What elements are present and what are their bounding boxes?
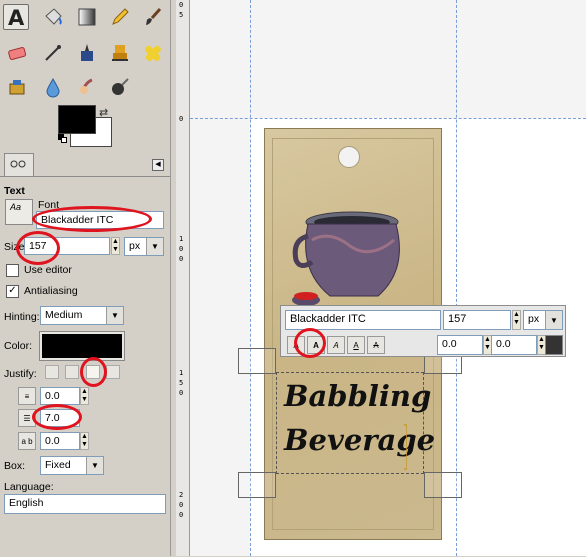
justify-right-icon[interactable] — [65, 365, 79, 379]
oc-bold-icon[interactable]: A — [307, 336, 325, 354]
text-cursor-icon — [404, 424, 407, 470]
options-title: Text — [4, 185, 25, 197]
hinting-select[interactable]: Medium ▼ — [40, 306, 124, 325]
text-tool-icon[interactable]: A — [3, 4, 29, 30]
justify-fill-icon[interactable] — [106, 365, 120, 379]
resize-handle[interactable] — [238, 472, 276, 498]
letter-spacing-input[interactable]: 0.0 — [40, 432, 80, 450]
ruler-tick-label: 1 — [179, 235, 184, 243]
blur-icon[interactable] — [40, 74, 66, 100]
language-label: Language: — [4, 481, 54, 493]
oc-color-button[interactable] — [545, 335, 563, 355]
indent-spinner[interactable]: ▲ ▼ — [80, 387, 89, 405]
justify-label: Justify: — [4, 368, 37, 380]
ruler-tick-label: 0 — [179, 115, 184, 123]
bucket-fill-icon[interactable] — [40, 4, 66, 30]
size-unit-select[interactable]: px ▼ — [124, 237, 164, 256]
oc-strikethrough-icon[interactable]: A — [367, 336, 385, 354]
foreground-color-swatch[interactable] — [58, 105, 96, 134]
color-label: Color: — [4, 340, 33, 352]
swap-colors-icon[interactable]: ⇄ — [99, 106, 108, 119]
ruler-tick-label: 0 — [179, 511, 184, 519]
perspective-clone-icon[interactable] — [4, 74, 30, 100]
cauldron-illustration — [292, 211, 400, 306]
use-editor-checkbox[interactable] — [6, 264, 19, 277]
ruler-tick-label: 0 — [179, 501, 184, 509]
ruler-tick-label: 1 — [179, 369, 184, 377]
oc-italic-icon[interactable]: A — [327, 336, 345, 354]
letter-spacing-spinner[interactable]: ▲ ▼ — [80, 432, 89, 450]
oc-baseline-input[interactable]: 0.0 — [437, 335, 483, 355]
canvas-text-layer[interactable]: Babbling Beverage — [284, 374, 436, 462]
oc-style-icon[interactable]: A — [287, 336, 305, 354]
resize-handle[interactable] — [238, 348, 276, 374]
oc-font-input[interactable]: Blackadder ITC — [285, 310, 441, 330]
language-input[interactable]: English — [4, 494, 166, 514]
line-spacing-input[interactable]: 7.0 — [40, 409, 80, 427]
heal-icon[interactable] — [140, 40, 166, 66]
font-preview-button[interactable]: Aa — [5, 199, 33, 225]
size-input[interactable]: 157 — [24, 237, 110, 255]
panel-menu-icon[interactable]: ◀ — [152, 159, 164, 171]
oc-underline-icon[interactable]: A — [347, 336, 365, 354]
ink-icon[interactable] — [74, 40, 100, 66]
vertical-ruler: 0 5 0 1 0 0 1 5 0 2 0 0 — [176, 0, 190, 556]
airbrush-icon[interactable] — [40, 40, 66, 66]
text-color-button[interactable] — [39, 331, 125, 361]
toolbox-panel: A ⇄ ◀ Text Aa Font Blackadder ITC Size: … — [0, 0, 171, 557]
ruler-tick-label: 5 — [179, 11, 184, 19]
ruler-tick-label: 2 — [179, 491, 184, 499]
box-select[interactable]: Fixed ▼ — [40, 456, 104, 475]
tag-text-line1: Babbling — [284, 379, 432, 413]
smudge-icon[interactable] — [74, 74, 100, 100]
tag-hole — [338, 146, 360, 168]
letter-spacing-icon: a b — [18, 432, 36, 450]
eraser-icon[interactable] — [4, 40, 30, 66]
oc-size-input[interactable]: 157 — [443, 310, 511, 330]
on-canvas-text-editor: Blackadder ITC 157 ▲ ▼ px ▼ A A A A A 0.0 … — [280, 305, 566, 358]
resize-handle[interactable] — [424, 472, 462, 498]
font-label: Font — [38, 199, 60, 211]
ruler-tick-label: 5 — [179, 379, 184, 387]
line-spacing-icon: ☰ — [18, 409, 36, 427]
blend-icon[interactable] — [74, 4, 100, 30]
tool-options-panel: Text Aa Font Blackadder ITC Size: 157 ▲ ▼… — [0, 176, 170, 557]
default-colors-icon[interactable] — [58, 134, 67, 143]
use-editor-label: Use editor — [24, 264, 72, 276]
box-label: Box: — [4, 460, 26, 472]
hinting-label: Hinting: — [4, 311, 40, 323]
dodge-burn-icon[interactable] — [107, 74, 133, 100]
tag-text-line2: Beverage — [284, 423, 436, 457]
ruler-tick-label: 0 — [179, 389, 184, 397]
tool-options-tab[interactable] — [4, 153, 34, 176]
oc-unit-select[interactable]: px ▼ — [523, 310, 563, 330]
indent-icon: ≡ — [18, 387, 36, 405]
pencil-icon[interactable] — [107, 4, 133, 30]
svg-text:A: A — [8, 6, 25, 28]
clone-icon[interactable] — [107, 40, 133, 66]
ruler-tick-label: 0 — [179, 1, 184, 9]
antialiasing-checkbox[interactable]: ✓ — [6, 285, 19, 298]
justify-center-icon[interactable] — [86, 365, 100, 379]
paintbrush-icon[interactable] — [140, 4, 166, 30]
ruler-tick-label: 0 — [179, 245, 184, 253]
ruler-tick-label: 0 — [179, 255, 184, 263]
font-input[interactable]: Blackadder ITC — [36, 211, 164, 229]
oc-size-spinner[interactable]: ▲ ▼ — [512, 310, 521, 330]
size-spinner[interactable]: ▲ ▼ — [111, 237, 120, 255]
oc-kerning-input[interactable]: 0.0 — [491, 335, 537, 355]
antialiasing-label: Antialiasing — [24, 285, 78, 297]
justify-left-icon[interactable] — [45, 365, 59, 379]
indent-input[interactable]: 0.0 — [40, 387, 80, 405]
